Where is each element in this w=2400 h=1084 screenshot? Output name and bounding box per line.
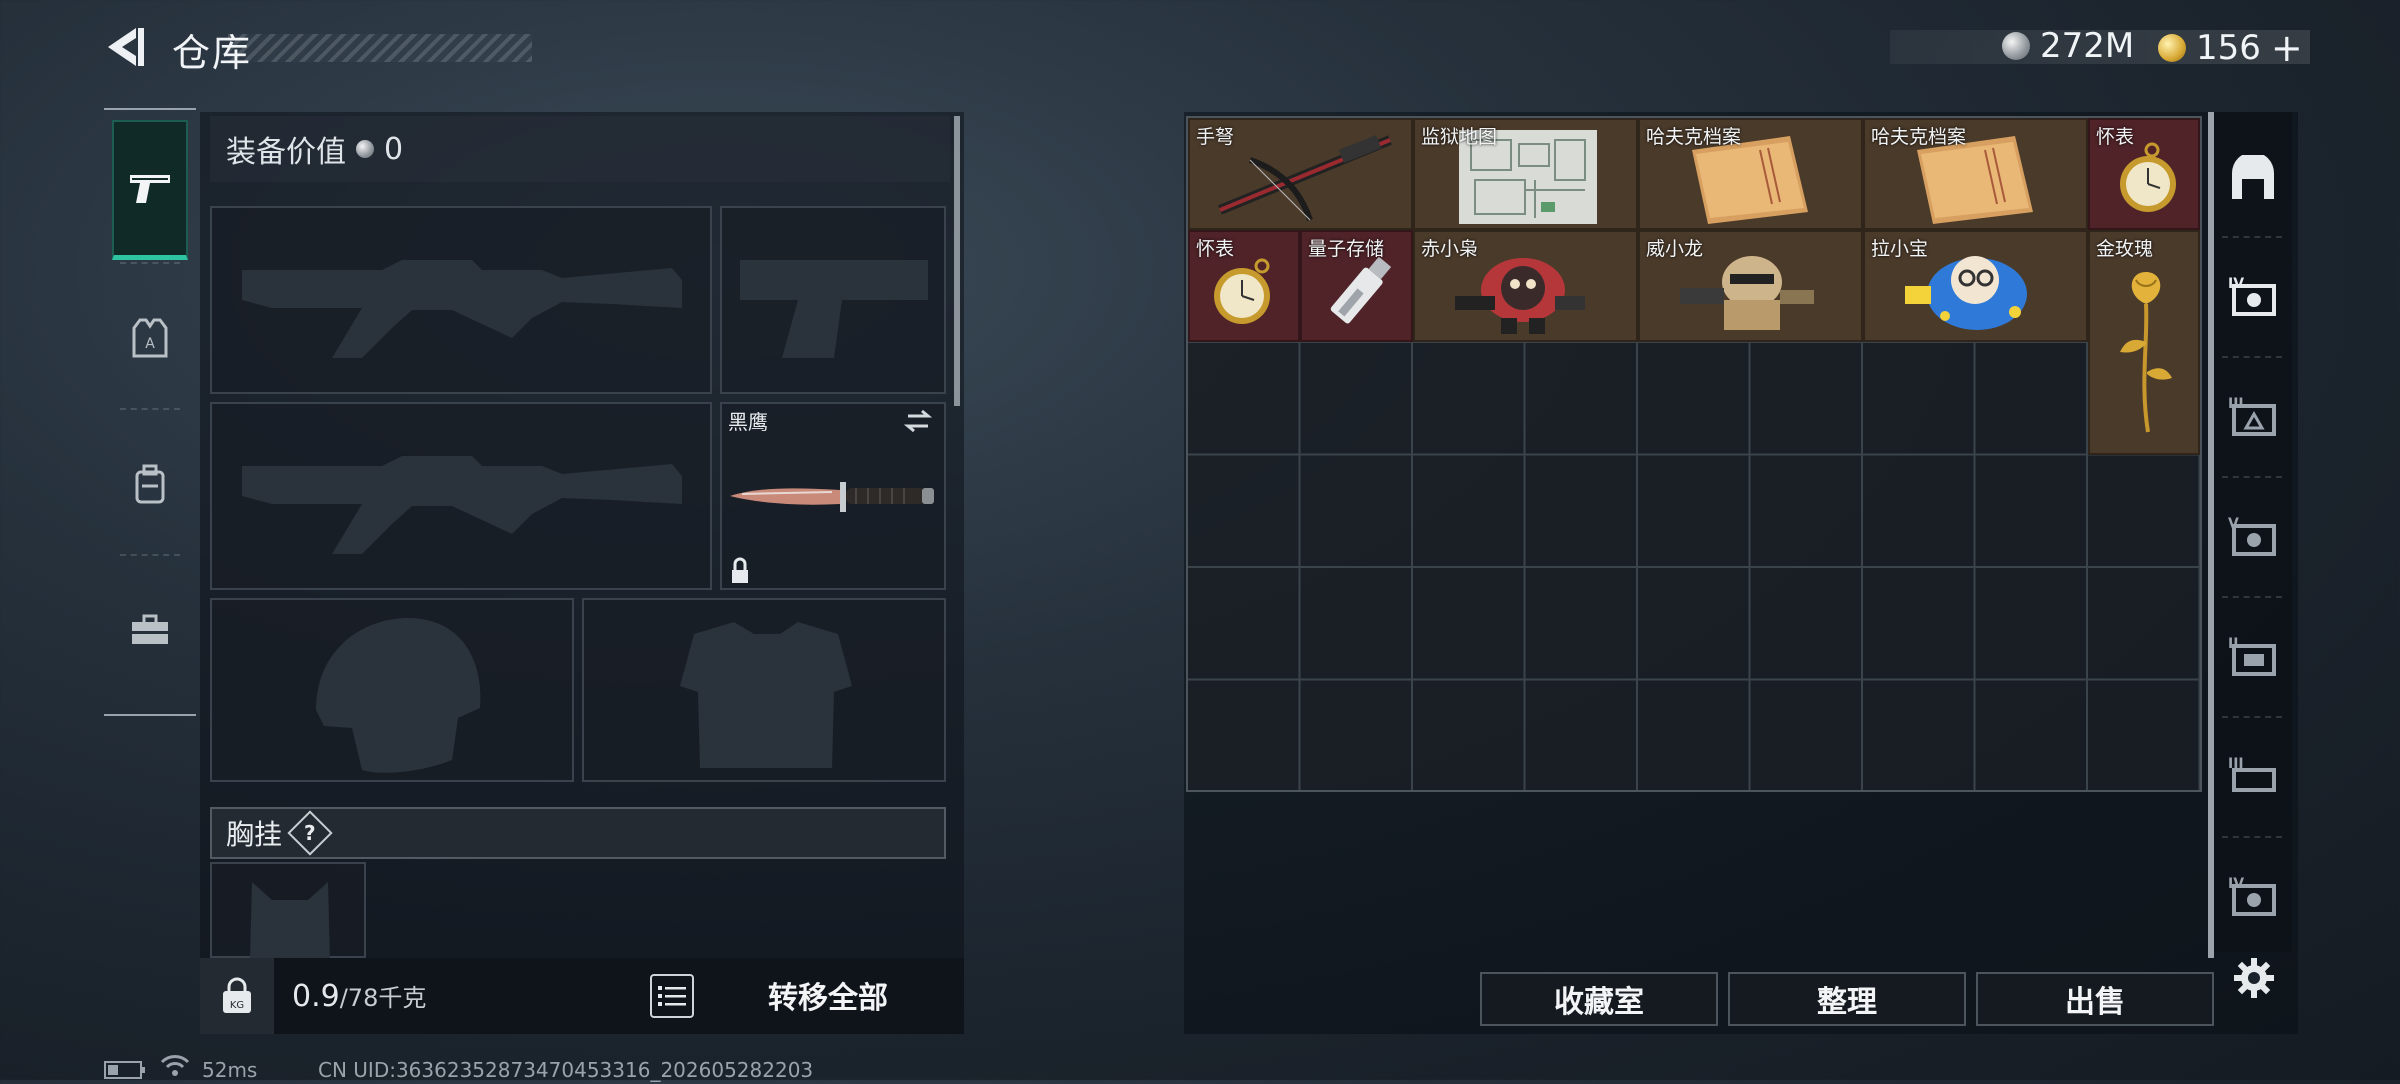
tab-backpack[interactable] [112,414,188,554]
sidearm-slot[interactable] [720,206,946,394]
weight-lock-button[interactable]: KG [200,958,274,1034]
back-arrow-icon [108,28,144,66]
backpack-icon [135,464,165,504]
organize-button[interactable]: 整理 [1728,972,1966,1026]
helmet-slot[interactable] [210,598,574,782]
storage-box-iii-icon: III [2228,756,2276,792]
rail-divider [2222,476,2282,478]
gold-currency: 156 + [2158,26,2303,70]
storage-tab-ii[interactable]: II [2218,608,2288,704]
storage-item[interactable]: 手弩 [1188,118,1413,230]
back-button[interactable] [100,22,150,72]
list-view-button[interactable] [650,974,694,1018]
silver-amount: 272M [2040,26,2135,66]
storage-scrollbar[interactable] [2208,112,2214,958]
gear-icon [2234,958,2274,998]
user-uid: CN UID:36362352873470453316_202605282203 [318,1058,814,1082]
rifle-silhouette-icon [242,260,682,358]
storage-box-v-icon: V [2228,516,2276,556]
armor-silhouette-icon [680,622,852,768]
storage-tab-all[interactable] [2218,130,2288,226]
melee-slot[interactable]: 黑鹰 [720,402,946,590]
storage-item[interactable]: 量子存储 [1300,230,1413,342]
storage-box-iii-icon: III [2228,396,2276,436]
tab-toolbox[interactable] [112,560,188,700]
sell-button[interactable]: 出售 [1976,972,2214,1026]
gold-coin-icon [2158,34,2186,62]
storage-item[interactable]: 怀表 [2088,118,2200,230]
svg-text:A: A [145,336,155,352]
tab-divider [120,262,180,264]
battery-icon [104,1060,146,1084]
chest-rig-slot[interactable] [210,862,366,960]
silver-coin-icon [2002,32,2030,60]
storage-box-ii-icon: II [2228,636,2276,676]
storage-item[interactable]: 拉小宝 [1863,230,2088,342]
rail-divider [2222,716,2282,718]
transfer-all-button[interactable]: 转移全部 [704,964,952,1026]
storage-box-iv-icon: IV [2228,876,2276,916]
storage-tab-iii-b[interactable]: III [2218,728,2288,824]
rail-divider [2222,836,2282,838]
equipment-scrollbar[interactable] [954,116,960,406]
equipment-value-label: 装备价值 [226,135,346,170]
lock-icon [732,557,748,583]
pistol-silhouette-icon [740,260,928,358]
help-button[interactable]: ? [287,810,333,856]
knife-icon [730,409,934,583]
rail-divider [2222,356,2282,358]
rifle-silhouette-icon [242,456,682,554]
weight-display: 0.9/78千克 [292,978,426,1014]
gold-amount: 156 [2196,28,2261,68]
storage-item[interactable]: 监狱地图 [1413,118,1638,230]
settings-button[interactable] [2224,948,2284,1008]
weight-max: /78千克 [339,984,427,1012]
armor-slot[interactable] [582,598,946,782]
tab-divider [120,408,180,410]
vest-icon: A [132,318,168,358]
tab-equipment[interactable]: A [112,268,188,408]
chest-rig-silhouette-icon [250,882,330,960]
storage-item[interactable]: 哈夫克档案 [1863,118,2088,230]
warehouse-icon [2232,155,2274,199]
ping: 52ms [202,1058,258,1082]
tab-divider [120,554,180,556]
golden-rose-icon [2120,272,2172,433]
pistol-icon [130,174,170,203]
wifi-icon [160,1054,190,1082]
storage-item[interactable]: 金玫瑰 [2088,230,2200,455]
storage-grid: 手弩 监狱地图 哈夫克档案 哈夫克档案 怀表 怀表 量子存储 赤小枭 威小龙 拉… [1186,116,2202,792]
weight-current: 0.9 [292,979,340,1014]
storage-tab-iv-b[interactable]: IV [2218,848,2288,944]
list-icon [658,986,686,1006]
tab-weapons[interactable] [112,120,188,260]
chest-rig-header: 胸挂 ? [210,807,946,859]
storage-tab-v[interactable]: V [2218,488,2288,584]
storage-tab-iii-a[interactable]: III [2218,368,2288,464]
equipment-value-bar: 装备价值 0 [210,116,950,182]
storage-tab-iv-a[interactable]: IV [2218,248,2288,344]
storage-item[interactable]: 哈夫克档案 [1638,118,1863,230]
helmet-silhouette-icon [316,618,481,773]
svg-text:KG: KG [230,1000,244,1011]
chest-rig-label: 胸挂 [226,818,283,851]
storage-item[interactable]: 怀表 [1188,230,1300,342]
weight-lock-icon: KG [223,977,251,1013]
storage-item[interactable]: 赤小枭 [1413,230,1638,342]
silver-currency: 272M [2002,26,2134,66]
storage-item[interactable]: 威小龙 [1638,230,1863,342]
secondary-weapon-slot[interactable] [210,402,712,590]
title-decoration [228,34,532,62]
collection-room-button[interactable]: 收藏室 [1480,972,1718,1026]
storage-box-iv-icon: IV [2228,276,2276,316]
rail-divider [2222,596,2282,598]
primary-weapon-slot[interactable] [210,206,712,394]
equipment-value-amount: 0 [384,131,404,167]
rail-divider [2222,236,2282,238]
silver-coin-icon [356,140,374,158]
add-gold-button[interactable]: + [2271,26,2303,70]
toolbox-icon [132,614,168,644]
